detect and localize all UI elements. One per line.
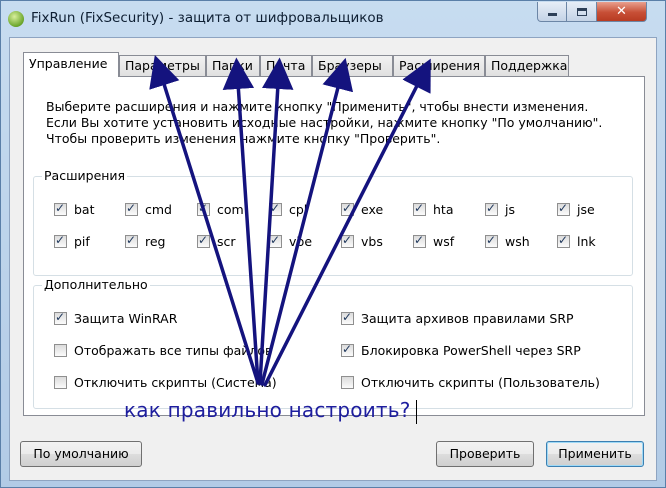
extensions-group-label: Расширения [42,168,128,183]
checkbox-powershell-srp[interactable]: Блокировка PowerShell через SRP [341,341,581,359]
checkbox-icon[interactable] [341,201,354,216]
minimize-icon [538,2,566,21]
additional-group: Дополнительно Защита WinRAR Защита архив… [33,277,633,409]
checkbox-label: bat [74,201,95,217]
app-icon [8,11,24,27]
tab-panel-upravlenie: Выберите расширения и нажмите кнопку "Пр… [23,76,645,416]
checkbox-label: wsf [433,233,455,249]
checkbox-ext-bat[interactable]: bat [54,200,95,218]
checkbox-ext-js[interactable]: js [485,200,515,218]
checkbox-icon[interactable] [341,342,354,357]
checkbox-icon[interactable] [557,233,570,248]
checkbox-label: jse [577,201,595,217]
maximize-icon [567,2,596,21]
checkbox-icon[interactable] [125,233,138,248]
checkbox-label: js [505,201,515,217]
apply-button[interactable]: Применить [546,441,644,467]
check-button[interactable]: Проверить [436,441,534,467]
checkbox-ext-wsf[interactable]: wsf [413,232,454,250]
checkbox-ext-pif[interactable]: pif [54,232,90,250]
tab-brauzery[interactable]: Браузеры [312,55,393,76]
checkbox-ext-vbs[interactable]: vbs [341,232,383,250]
checkbox-disable-scripts-system[interactable]: Отключить скрипты (Система) [54,373,277,391]
checkbox-icon[interactable] [54,201,67,216]
checkbox-label: cmd [145,201,172,217]
instructions-line: Выберите расширения и нажмите кнопку "Пр… [46,99,589,114]
checkbox-label: exe [361,201,384,217]
minimize-button[interactable] [537,2,567,22]
checkbox-icon[interactable] [125,201,138,216]
instructions-text: Выберите расширения и нажмите кнопку "Пр… [46,99,602,147]
checkbox-ext-hta[interactable]: hta [413,200,453,218]
checkbox-icon[interactable] [413,233,426,248]
checkbox-icon[interactable] [269,233,282,248]
checkbox-label: Отключить скрипты (Пользователь) [361,374,600,390]
checkbox-label: com [217,201,244,217]
checkbox-ext-lnk[interactable]: lnk [557,232,596,250]
checkbox-ext-reg[interactable]: reg [125,232,166,250]
checkbox-icon[interactable] [54,233,67,248]
checkbox-icon[interactable] [341,375,354,389]
title-bar[interactable]: FixRun (FixSecurity) - защита от шифрова… [1,1,665,37]
text-caret [416,400,417,424]
extensions-group: Расширения bat cmd com cpl exe hta js js… [33,168,633,276]
checkbox-ext-cpl[interactable]: cpl [269,200,307,218]
checkbox-show-all-file-types[interactable]: Отображать все типы файлов [54,341,272,359]
checkbox-label: wsh [505,233,530,249]
tab-upravlenie[interactable]: Управление [23,52,119,77]
checkbox-ext-com[interactable]: com [197,200,244,218]
checkbox-icon[interactable] [197,233,210,248]
checkbox-label: cpl [289,201,308,217]
checkbox-label: vbe [289,233,313,249]
checkbox-winrar-protection[interactable]: Защита WinRAR [54,309,177,327]
checkbox-label: hta [433,201,454,217]
checkbox-ext-exe[interactable]: exe [341,200,383,218]
checkbox-disable-scripts-user[interactable]: Отключить скрипты (Пользователь) [341,373,600,391]
checkbox-icon[interactable] [341,233,354,248]
checkbox-label: vbs [361,233,383,249]
checkbox-ext-scr[interactable]: scr [197,232,236,250]
checkbox-ext-vbe[interactable]: vbe [269,232,312,250]
checkbox-icon[interactable] [54,343,67,357]
checkbox-icon[interactable] [197,201,210,216]
checkbox-icon[interactable] [54,310,67,325]
checkbox-label: Отключить скрипты (Система) [74,374,277,390]
checkbox-label: scr [217,233,236,249]
checkbox-label: Защита WinRAR [74,310,178,326]
additional-group-label: Дополнительно [42,277,150,292]
window-title: FixRun (FixSecurity) - защита от шифрова… [31,10,384,26]
tab-pochta[interactable]: Почта [260,55,312,76]
checkbox-icon[interactable] [557,201,570,216]
checkbox-icon[interactable] [341,310,354,325]
tab-parametry[interactable]: Параметры [119,55,206,76]
tab-papki[interactable]: Папки [206,55,260,76]
checkbox-icon[interactable] [413,201,426,216]
instructions-line: Если Вы хотите установить исходные настр… [46,115,603,130]
checkbox-icon[interactable] [54,375,67,389]
defaults-button[interactable]: По умолчанию [20,441,142,467]
checkbox-ext-jse[interactable]: jse [557,200,595,218]
overlay-question-text: как правильно настроить? [124,398,411,422]
tab-rasshireniya[interactable]: Расширения [393,55,485,76]
checkbox-label: reg [145,233,166,249]
checkbox-icon[interactable] [485,233,498,248]
checkbox-label: Отображать все типы файлов [74,342,273,358]
checkbox-icon[interactable] [269,201,282,216]
maximize-button[interactable] [567,2,597,22]
instructions-line: Чтобы проверить изменения нажмите кнопку… [46,131,441,146]
tab-podderzhka[interactable]: Поддержка [485,55,569,76]
checkbox-ext-cmd[interactable]: cmd [125,200,172,218]
close-icon: ✕ [616,4,627,19]
checkbox-ext-wsh[interactable]: wsh [485,232,530,250]
checkbox-label: pif [74,233,90,249]
close-button[interactable]: ✕ [597,2,647,22]
checkbox-srp-archives[interactable]: Защита архивов правилами SRP [341,309,574,327]
checkbox-icon[interactable] [485,201,498,216]
checkbox-label: Блокировка PowerShell через SRP [361,342,581,358]
checkbox-label: Защита архивов правилами SRP [361,310,574,326]
checkbox-label: lnk [577,233,596,249]
